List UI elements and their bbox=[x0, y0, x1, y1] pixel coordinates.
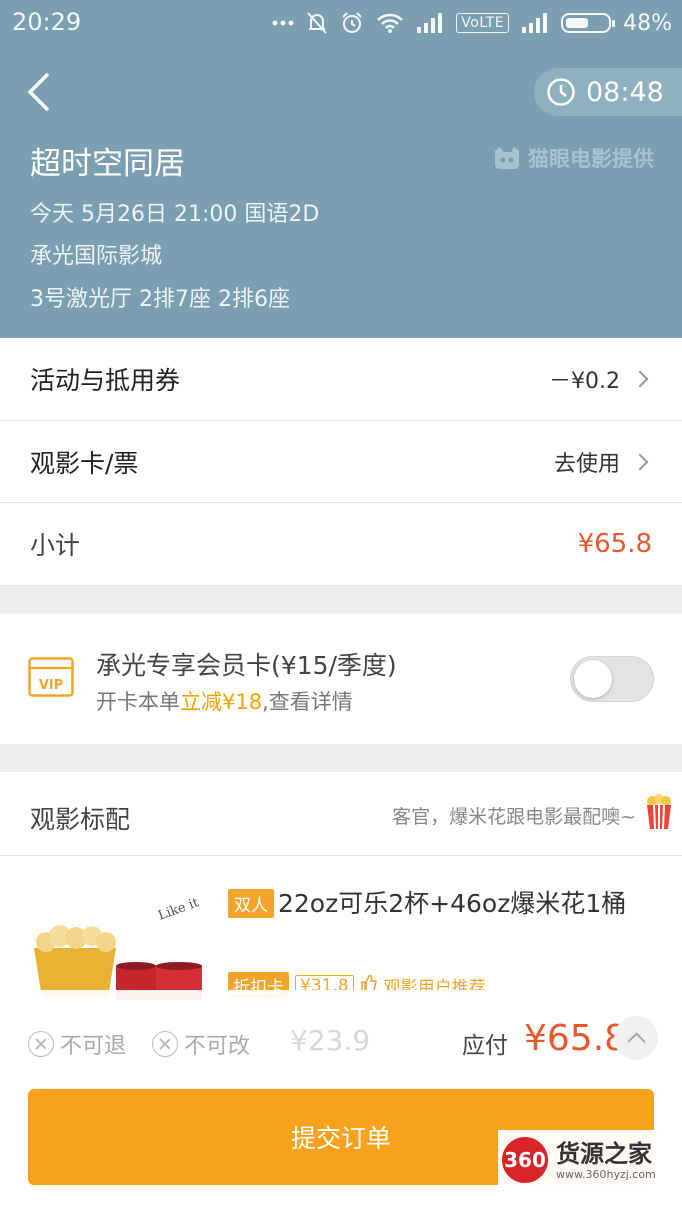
provider-text: 猫眼电影提供 bbox=[528, 147, 654, 171]
vip-sub-suffix: ,查看详情 bbox=[262, 690, 353, 714]
seat-info: 3号激光厅 2排7座 2排6座 bbox=[30, 287, 290, 312]
cinema-name: 承光国际影城 bbox=[30, 244, 163, 269]
status-icons: VoLTE 48% bbox=[272, 6, 672, 40]
coupon-row[interactable]: 活动与抵用券 －¥0.2 bbox=[0, 338, 682, 421]
pay-label: 应付 bbox=[462, 1033, 508, 1059]
movie-card-right: 去使用 bbox=[554, 446, 652, 478]
more-dots-icon bbox=[272, 20, 294, 26]
subtotal-value: ¥65.8 bbox=[577, 529, 652, 559]
coupon-right: －¥0.2 bbox=[549, 363, 652, 395]
movie-title: 超时空同居 bbox=[30, 146, 185, 182]
svg-text:Like it: Like it bbox=[156, 895, 201, 924]
vip-subtitle[interactable]: 开卡本单立减¥18,查看详情 bbox=[96, 686, 353, 716]
subtotal-label: 小计 bbox=[30, 531, 81, 560]
snack-section-note: 客官，爆米花跟电影最配噢~ bbox=[392, 806, 636, 828]
vip-icon-text: VIP bbox=[39, 678, 63, 693]
expand-price-button[interactable] bbox=[614, 1016, 658, 1060]
countdown-timer: 08:48 bbox=[534, 68, 682, 116]
chevron-left-icon bbox=[27, 72, 50, 112]
no-change-text: 不可改 bbox=[184, 1034, 251, 1059]
order-header: 20:29 VoLTE 48% 08:48 超时空同居 猫眼电影提供 今天 5月… bbox=[0, 0, 682, 338]
watermark-url: www.360hyzj.com bbox=[556, 1167, 656, 1181]
status-bar: 20:29 VoLTE 48% bbox=[0, 0, 682, 46]
showtime: 今天 5月26日 21:00 国语2D bbox=[30, 202, 320, 227]
status-time: 20:29 bbox=[12, 8, 82, 36]
no-refund-text: 不可退 bbox=[60, 1034, 127, 1059]
chevron-right-icon bbox=[631, 453, 649, 470]
toggle-knob bbox=[574, 660, 612, 698]
mute-bell-icon bbox=[306, 11, 328, 35]
battery-icon bbox=[561, 13, 616, 33]
movie-card-label: 观影卡/票 bbox=[30, 448, 139, 478]
vip-sub-highlight: 立减¥18 bbox=[180, 690, 263, 714]
clock-icon bbox=[547, 78, 575, 106]
movie-card-row[interactable]: 观影卡/票 去使用 bbox=[0, 421, 682, 503]
cat-eye-logo-icon bbox=[495, 147, 519, 169]
combo-name: 22oz可乐2杯+46oz爆米花1桶 bbox=[278, 889, 627, 918]
watermark-text: 货源之家 www.360hyzj.com bbox=[556, 1140, 656, 1181]
circle-x-icon bbox=[28, 1031, 54, 1057]
pay-value: ¥65.8 bbox=[524, 1018, 628, 1059]
watermark: 360 货源之家 www.360hyzj.com bbox=[498, 1130, 682, 1190]
timer-value: 08:48 bbox=[586, 76, 664, 108]
wifi-icon bbox=[376, 12, 404, 34]
coupon-value: －¥0.2 bbox=[549, 369, 620, 394]
coupon-label: 活动与抵用券 bbox=[30, 366, 181, 395]
snack-section-title: 观影标配 bbox=[30, 805, 131, 834]
alarm-clock-icon bbox=[340, 11, 364, 35]
watermark-name: 货源之家 bbox=[556, 1139, 652, 1168]
no-refund-flag: 不可退 bbox=[28, 1028, 126, 1060]
back-button[interactable] bbox=[24, 70, 54, 114]
vip-sub-prefix: 开卡本单 bbox=[96, 690, 180, 714]
subtotal-row: 小计 ¥65.8 bbox=[0, 503, 682, 586]
snack-price: ¥23.9 bbox=[290, 1024, 371, 1057]
battery-percent: 48% bbox=[623, 10, 672, 36]
vip-icon: VIP bbox=[28, 657, 74, 701]
signal-icon bbox=[416, 13, 444, 33]
circle-x-icon bbox=[152, 1031, 178, 1057]
vip-title[interactable]: 承光专享会员卡(¥15/季度) bbox=[96, 646, 397, 682]
movie-card-value: 去使用 bbox=[553, 451, 620, 477]
chevron-right-icon bbox=[631, 370, 649, 388]
watermark-logo: 360 bbox=[502, 1137, 548, 1183]
volte-badge: VoLTE bbox=[456, 13, 510, 33]
combo-tag: 双人 bbox=[228, 889, 274, 918]
no-change-flag: 不可改 bbox=[152, 1028, 250, 1060]
provider-label: 猫眼电影提供 bbox=[492, 143, 654, 173]
popcorn-icon bbox=[644, 794, 674, 834]
combo-image: Like it bbox=[20, 880, 220, 1000]
signal-icon-2 bbox=[521, 13, 549, 33]
vip-toggle-switch[interactable] bbox=[570, 656, 654, 702]
